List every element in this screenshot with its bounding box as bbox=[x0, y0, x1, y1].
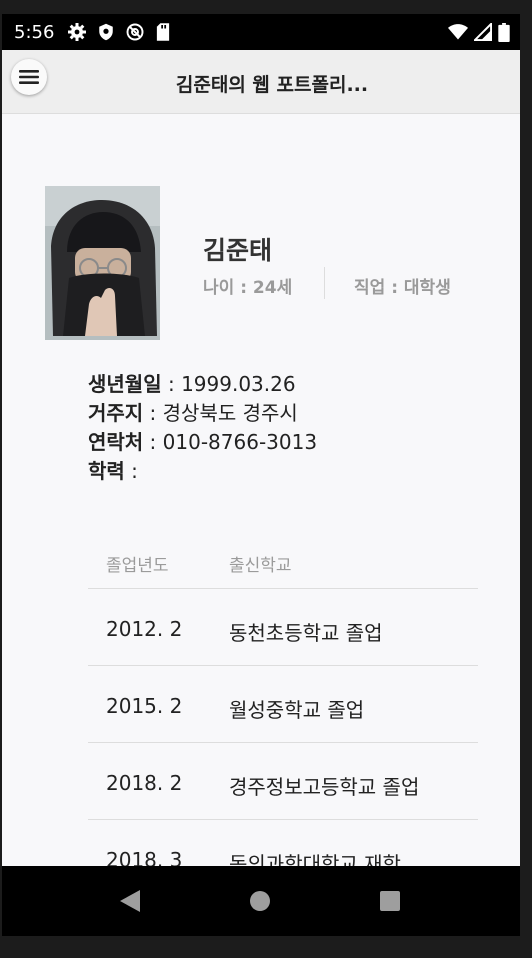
home-icon[interactable] bbox=[250, 891, 270, 911]
back-icon[interactable] bbox=[120, 890, 140, 912]
phone-screen: 5:56 김준태의 웹 포트폴리... 김준태 나이: 24세 직업: 대학… bbox=[2, 14, 520, 936]
recents-icon[interactable] bbox=[380, 891, 400, 911]
info-label: 연락처 bbox=[88, 430, 144, 454]
navigation-bar bbox=[2, 866, 520, 936]
signal-icon bbox=[474, 23, 492, 41]
cell-school: 경주정보고등학교 졸업 bbox=[229, 775, 420, 799]
column-header-year: 졸업년도 bbox=[106, 556, 169, 576]
cell-school: 동천초등학교 졸업 bbox=[229, 621, 383, 645]
at-icon bbox=[126, 23, 144, 41]
profile-age: 나이 : 24세 bbox=[203, 278, 293, 298]
wifi-icon bbox=[448, 24, 468, 40]
status-bar: 5:56 bbox=[2, 14, 520, 50]
cell-school: 동의과학대학교 재학 bbox=[229, 852, 401, 866]
info-row-education: 학력 : bbox=[88, 457, 317, 486]
cell-year: 2018. 2 bbox=[106, 771, 183, 795]
cell-year: 2015. 2 bbox=[106, 694, 183, 718]
device-frame: 5:56 김준태의 웹 포트폴리... 김준태 나이: 24세 직업: 대학… bbox=[0, 0, 532, 958]
shield-icon bbox=[99, 23, 113, 41]
profile-photo bbox=[45, 186, 160, 340]
cell-year: 2012. 2 bbox=[106, 617, 183, 641]
divider bbox=[324, 267, 325, 299]
table-header: 졸업년도 출신학교 bbox=[88, 524, 478, 589]
info-label: 거주지 bbox=[88, 401, 144, 425]
table-row: 2015. 2 월성중학교 졸업 bbox=[88, 666, 478, 743]
app-bar: 김준태의 웹 포트폴리... bbox=[2, 50, 520, 114]
profile-content: 김준태 나이 : 24세 직업 : 대학생 생년월일 : 1999.03.26 … bbox=[2, 114, 520, 866]
education-table: 졸업년도 출신학교 2012. 2 동천초등학교 졸업 2015. 2 월성중학… bbox=[88, 524, 478, 866]
info-value: : 1999.03.26 bbox=[161, 372, 296, 396]
cell-school: 월성중학교 졸업 bbox=[229, 698, 365, 722]
profile-name: 김준태 bbox=[203, 236, 273, 265]
table-row: 2012. 2 동천초등학교 졸업 bbox=[88, 589, 478, 666]
info-label: 생년월일 bbox=[88, 372, 162, 396]
cell-year: 2018. 3 bbox=[106, 848, 183, 866]
menu-button[interactable] bbox=[11, 59, 47, 95]
table-row: 2018. 2 경주정보고등학교 졸업 bbox=[88, 743, 478, 820]
battery-icon bbox=[498, 22, 510, 42]
sd-card-icon bbox=[156, 23, 170, 41]
profile-job: 직업 : 대학생 bbox=[354, 278, 451, 298]
info-row-contact: 연락처 : 010-8766-3013 bbox=[88, 428, 317, 457]
status-time: 5:56 bbox=[14, 22, 55, 43]
info-value: : 010-8766-3013 bbox=[143, 430, 318, 454]
settings-icon bbox=[68, 23, 86, 41]
table-row: 2018. 3 동의과학대학교 재학 bbox=[88, 820, 478, 866]
hamburger-menu-icon bbox=[19, 70, 39, 84]
info-label: 학력 bbox=[88, 459, 125, 483]
info-row-residence: 거주지 : 경상북도 경주시 bbox=[88, 399, 317, 428]
personal-info: 생년월일 : 1999.03.26 거주지 : 경상북도 경주시 연락처 : 0… bbox=[88, 370, 317, 486]
column-header-school: 출신학교 bbox=[229, 556, 292, 576]
info-value: : 경상북도 경주시 bbox=[143, 401, 298, 425]
info-row-birthdate: 생년월일 : 1999.03.26 bbox=[88, 370, 317, 399]
info-value: : bbox=[124, 459, 138, 483]
page-title: 김준태의 웹 포트폴리... bbox=[175, 74, 369, 96]
